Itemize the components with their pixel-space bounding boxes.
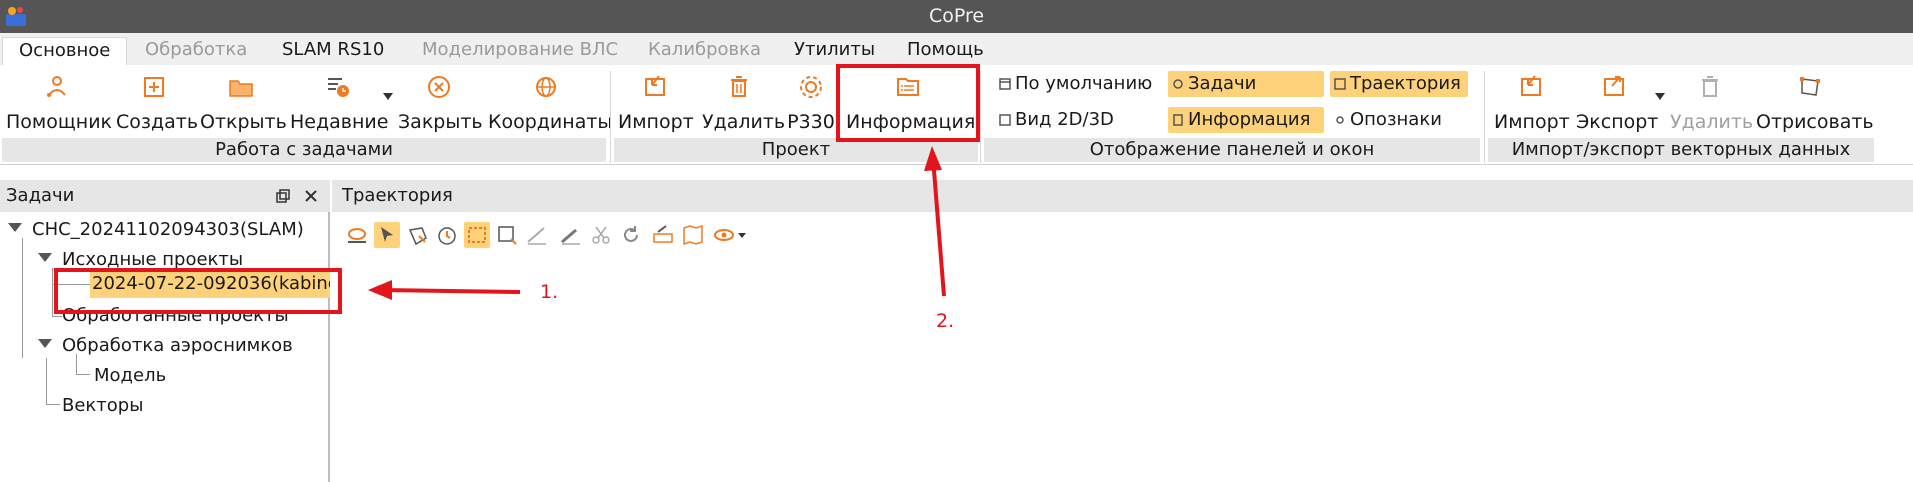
measure-icon[interactable] bbox=[524, 222, 550, 248]
info-icon bbox=[1173, 114, 1183, 126]
group-label-tasks: Работа с задачами bbox=[2, 138, 606, 162]
tasks-icon bbox=[1173, 79, 1183, 89]
tree-line bbox=[52, 268, 53, 316]
view-icon bbox=[999, 114, 1011, 126]
polygon-select-icon[interactable] bbox=[404, 222, 430, 248]
recent-button[interactable]: Недавние bbox=[290, 73, 388, 143]
draw-button[interactable]: Отрисовать bbox=[1756, 73, 1874, 143]
tab-calibration[interactable]: Калибровка bbox=[648, 37, 761, 65]
wizard-icon bbox=[47, 76, 66, 97]
scissors-icon[interactable] bbox=[588, 222, 614, 248]
globe-icon bbox=[536, 77, 556, 97]
chevron-down-icon[interactable] bbox=[1655, 93, 1665, 101]
tree-vectors[interactable]: Векторы bbox=[62, 392, 143, 420]
close-icon[interactable] bbox=[304, 189, 318, 203]
window-title: CoPre bbox=[928, 5, 985, 27]
layout-icon bbox=[999, 78, 1011, 90]
folder-open-icon bbox=[229, 80, 253, 97]
tab-slam[interactable]: SLAM RS10 bbox=[282, 37, 384, 65]
vector-import-button[interactable]: Импорт bbox=[1494, 73, 1570, 143]
gcp-icon bbox=[1336, 116, 1344, 124]
rect-select-icon[interactable] bbox=[464, 222, 490, 248]
import-icon bbox=[1521, 75, 1541, 96]
close-task-button[interactable]: Закрыть bbox=[398, 73, 483, 143]
coordinates-button[interactable]: Координаты bbox=[488, 73, 612, 143]
tasks-panel: Задачи CHC_20241102094303(SLAM) Исходные… bbox=[0, 180, 330, 482]
chevron-down-icon[interactable] bbox=[383, 93, 393, 101]
tree-line bbox=[52, 316, 62, 317]
group-divider bbox=[610, 71, 611, 163]
open-button[interactable]: Открыть bbox=[200, 73, 287, 143]
settings-icon bbox=[800, 76, 822, 98]
tree-line bbox=[46, 404, 60, 405]
grid-select-icon[interactable] bbox=[494, 222, 520, 248]
recent-icon bbox=[328, 78, 349, 97]
vector-export-button[interactable]: Экспорт bbox=[1576, 73, 1658, 143]
p330-button[interactable]: P330 bbox=[786, 73, 836, 143]
export-icon bbox=[1604, 76, 1624, 96]
tab-help[interactable]: Помощь bbox=[907, 37, 984, 65]
trajectory-panel-title: Траектория bbox=[332, 180, 1913, 212]
tasks-panel-header: Задачи bbox=[0, 180, 330, 212]
group-label-vector: Импорт/экспорт векторных данных bbox=[1488, 138, 1874, 162]
visibility-icon[interactable] bbox=[712, 222, 748, 248]
import-project-button[interactable]: Импорт bbox=[618, 73, 694, 143]
trajectory-panel: Траектория bbox=[332, 180, 1913, 482]
display-view-2d3d[interactable]: Вид 2D/3D bbox=[995, 107, 1120, 133]
select-pointer-icon[interactable] bbox=[374, 222, 400, 248]
expand-triangle-icon[interactable] bbox=[38, 339, 52, 348]
group-divider bbox=[1484, 71, 1485, 163]
trash-icon bbox=[1702, 76, 1718, 97]
time-icon[interactable] bbox=[434, 222, 460, 248]
display-tasks[interactable]: Задачи bbox=[1168, 71, 1324, 97]
group-label-display: Отображение панелей и окон bbox=[984, 138, 1480, 162]
map-icon[interactable] bbox=[680, 222, 706, 248]
draw-polygon-icon bbox=[1800, 77, 1820, 96]
annotation-box-source-item bbox=[54, 268, 342, 314]
import-icon bbox=[645, 75, 665, 96]
trajectory-icon bbox=[1334, 78, 1346, 90]
tree-line bbox=[76, 374, 90, 375]
tree-root[interactable]: CHC_20241102094303(SLAM) bbox=[8, 216, 304, 244]
group-divider bbox=[980, 71, 981, 163]
display-info[interactable]: Информация bbox=[1168, 107, 1324, 133]
vector-delete-button[interactable]: Удалить bbox=[1670, 73, 1753, 143]
tab-main[interactable]: Основное bbox=[2, 37, 128, 65]
tab-utilities[interactable]: Утилиты bbox=[794, 37, 875, 65]
layers-edit-icon[interactable] bbox=[650, 222, 676, 248]
display-default[interactable]: По умолчанию bbox=[995, 71, 1158, 97]
create-icon bbox=[144, 77, 164, 97]
wizard-button[interactable]: Помощник bbox=[6, 73, 112, 143]
annotation-box-info bbox=[836, 64, 980, 142]
track-icon[interactable] bbox=[344, 222, 370, 248]
edit-segment-icon[interactable] bbox=[558, 222, 584, 248]
tab-processing[interactable]: Обработка bbox=[145, 37, 247, 65]
display-gcp[interactable]: Опознаки bbox=[1330, 107, 1448, 133]
delete-project-button[interactable]: Удалить bbox=[702, 73, 785, 143]
expand-triangle-icon[interactable] bbox=[38, 253, 52, 262]
ribbon-tabs: Основное Обработка SLAM RS10 Моделирован… bbox=[0, 33, 1913, 65]
tree-model[interactable]: Модель bbox=[94, 362, 166, 390]
display-trajectory[interactable]: Траектория bbox=[1330, 71, 1468, 97]
tasks-panel-title: Задачи bbox=[6, 185, 75, 206]
expand-triangle-icon[interactable] bbox=[8, 223, 22, 232]
refresh-icon[interactable] bbox=[618, 222, 644, 248]
tab-modeling[interactable]: Моделирование ВЛС bbox=[422, 37, 618, 65]
trash-icon bbox=[731, 76, 747, 97]
close-circle-icon bbox=[428, 76, 450, 98]
annotation-label-1: 1. bbox=[540, 281, 559, 303]
tree-line bbox=[46, 358, 47, 404]
create-button[interactable]: Создать bbox=[116, 73, 198, 143]
title-bar: CoPre bbox=[0, 0, 1913, 33]
float-window-icon[interactable] bbox=[276, 189, 290, 203]
tree-line bbox=[22, 238, 23, 358]
tree-line bbox=[76, 354, 77, 374]
annotation-label-2: 2. bbox=[936, 310, 955, 332]
